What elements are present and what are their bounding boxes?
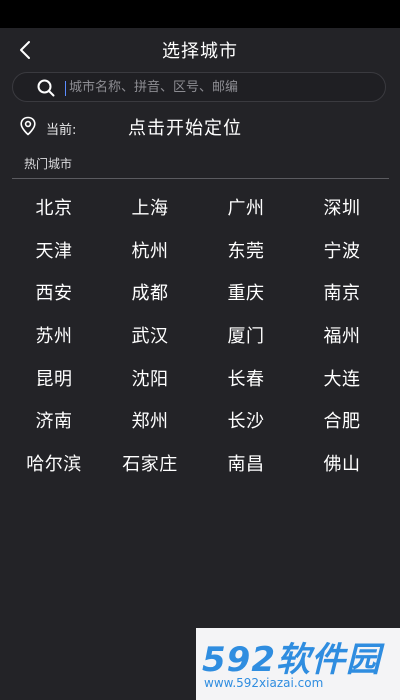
city-item[interactable]: 济南	[6, 407, 102, 433]
city-item[interactable]: 深圳	[294, 194, 390, 220]
status-bar	[0, 0, 400, 28]
city-item[interactable]: 厦门	[198, 322, 294, 348]
city-item[interactable]: 合肥	[294, 407, 390, 433]
city-row: 北京 上海 广州 深圳	[0, 186, 400, 229]
city-item[interactable]: 郑州	[102, 407, 198, 433]
city-item[interactable]: 上海	[102, 194, 198, 220]
hot-cities-title: 热门城市	[24, 157, 73, 171]
watermark-url: www.592xiazai.com	[204, 676, 324, 690]
city-item[interactable]: 哈尔滨	[6, 450, 102, 476]
city-item[interactable]: 南昌	[198, 450, 294, 476]
city-item[interactable]: 长春	[198, 365, 294, 391]
city-item[interactable]: 东莞	[198, 237, 294, 263]
current-location-row: 当前: 点击开始定位	[0, 112, 400, 146]
watermark-logo: 592软件园	[202, 640, 381, 680]
search-bar[interactable]	[12, 72, 386, 102]
city-item[interactable]: 北京	[6, 194, 102, 220]
city-item[interactable]: 长沙	[198, 407, 294, 433]
city-item[interactable]: 苏州	[6, 322, 102, 348]
city-item[interactable]: 重庆	[198, 279, 294, 305]
current-location-label: 当前:	[46, 123, 77, 138]
city-item[interactable]: 沈阳	[102, 365, 198, 391]
start-location-button[interactable]: 点击开始定位	[128, 114, 242, 140]
city-row: 济南 郑州 长沙 合肥	[0, 399, 400, 442]
city-row: 哈尔滨 石家庄 南昌 佛山	[0, 442, 400, 485]
city-row: 昆明 沈阳 长春 大连	[0, 356, 400, 399]
city-item[interactable]: 福州	[294, 322, 390, 348]
location-pin-icon	[20, 116, 36, 136]
city-row: 西安 成都 重庆 南京	[0, 271, 400, 314]
city-item[interactable]: 大连	[294, 365, 390, 391]
header: 选择城市	[0, 28, 400, 72]
search-icon	[37, 79, 55, 97]
city-item[interactable]: 南京	[294, 279, 390, 305]
city-row: 天津 杭州 东莞 宁波	[0, 229, 400, 272]
city-item[interactable]: 广州	[198, 194, 294, 220]
search-input[interactable]	[65, 73, 365, 101]
divider	[12, 178, 389, 179]
city-row: 苏州 武汉 厦门 福州	[0, 314, 400, 357]
city-item[interactable]: 成都	[102, 279, 198, 305]
city-item[interactable]: 宁波	[294, 237, 390, 263]
city-item[interactable]: 石家庄	[102, 450, 198, 476]
watermark: 592软件园 www.592xiazai.com	[196, 628, 400, 700]
text-caret	[65, 81, 66, 96]
city-item[interactable]: 西安	[6, 279, 102, 305]
city-item[interactable]: 杭州	[102, 237, 198, 263]
city-item[interactable]: 天津	[6, 237, 102, 263]
page-title: 选择城市	[162, 41, 238, 62]
city-item[interactable]: 佛山	[294, 450, 390, 476]
hot-cities-grid: 北京 上海 广州 深圳 天津 杭州 东莞 宁波 西安 成都 重庆 南京 苏州 武…	[0, 186, 400, 484]
city-item[interactable]: 武汉	[102, 322, 198, 348]
city-item[interactable]: 昆明	[6, 365, 102, 391]
